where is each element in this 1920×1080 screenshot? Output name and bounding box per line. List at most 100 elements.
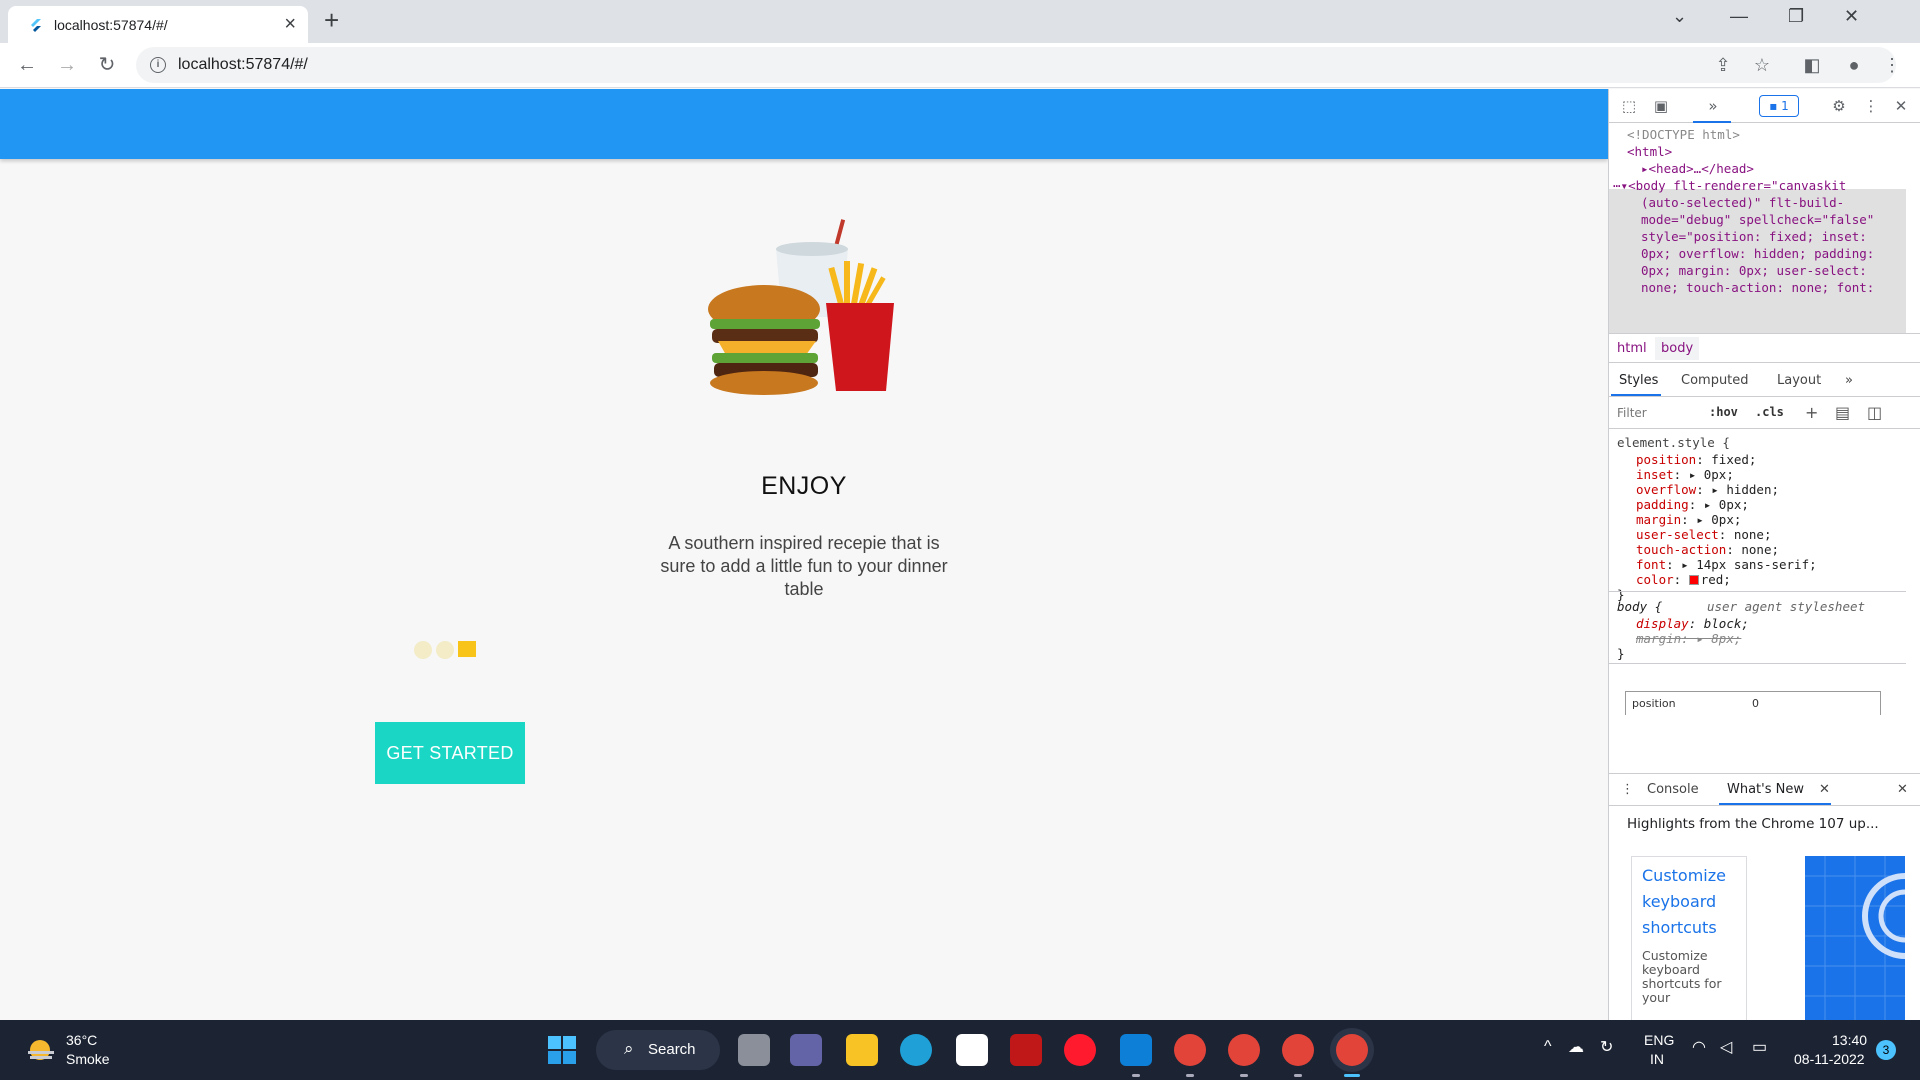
more-tabs-icon[interactable]: » <box>1703 96 1723 116</box>
inspect-element-icon[interactable]: ⬚ <box>1619 96 1639 116</box>
style-prop[interactable]: user-select: none; <box>1636 527 1772 542</box>
dom-head-text: <head>…</head> <box>1648 161 1754 176</box>
more-tabs-icon[interactable]: » <box>1845 373 1853 388</box>
weather-haze-icon[interactable] <box>26 1037 56 1063</box>
hover-state-toggle[interactable]: :hov <box>1709 405 1738 419</box>
settings-gear-icon[interactable]: ⚙ <box>1829 96 1849 116</box>
restore-icon[interactable]: ❐ <box>1788 6 1804 27</box>
close-tab-icon[interactable]: ✕ <box>1819 782 1830 797</box>
forward-icon[interactable]: → <box>55 53 79 77</box>
style-prop[interactable]: overflow: ▸ hidden; <box>1636 482 1779 497</box>
style-prop[interactable]: touch-action: none; <box>1636 542 1779 557</box>
dom-body-line: 0px; margin: 0px; user-select: <box>1641 263 1867 278</box>
selected-node-highlight <box>1609 189 1906 333</box>
vscode-icon[interactable] <box>1120 1034 1152 1066</box>
style-prop[interactable]: position: fixed; <box>1636 452 1756 467</box>
tab-styles[interactable]: Styles <box>1619 373 1658 388</box>
task-view-icon[interactable] <box>738 1034 770 1066</box>
dom-body-line: mode="debug" spellcheck="false" <box>1641 212 1875 227</box>
reload-icon[interactable]: ↻ <box>95 53 119 77</box>
chrome-icon[interactable] <box>1228 1034 1260 1066</box>
close-drawer-icon[interactable]: ✕ <box>1897 782 1908 797</box>
paint-icon[interactable]: ▤ <box>1835 403 1850 422</box>
opera-icon[interactable] <box>1064 1034 1096 1066</box>
expand-arrow-icon[interactable]: ▸ <box>1641 161 1649 176</box>
weather-temperature: 36°C <box>66 1032 98 1048</box>
site-info-icon[interactable]: i <box>150 57 166 73</box>
style-prop[interactable]: color: red; <box>1636 572 1731 587</box>
windows-start-icon[interactable] <box>548 1036 576 1064</box>
page-indicator-dot[interactable] <box>436 641 454 659</box>
tab-computed[interactable]: Computed <box>1681 373 1749 388</box>
device-toolbar-icon[interactable]: ▣ <box>1651 96 1671 116</box>
side-panel-icon[interactable]: ◧ <box>1800 53 1824 77</box>
chrome-icon[interactable] <box>1336 1034 1368 1066</box>
mcafee-icon[interactable] <box>1010 1034 1042 1066</box>
browser-tab[interactable]: localhost:57874/#/ × <box>8 6 308 43</box>
dom-doctype[interactable]: <!DOCTYPE html> <box>1627 127 1740 142</box>
active-tab-underline <box>1611 394 1661 396</box>
tab-layout[interactable]: Layout <box>1777 373 1821 388</box>
expand-arrow-icon[interactable]: ⋯▾ <box>1613 178 1628 193</box>
browser-menu-icon[interactable]: ⋮ <box>1880 53 1904 77</box>
volume-icon[interactable]: ◁ <box>1720 1037 1732 1057</box>
new-rule-icon[interactable]: + <box>1805 403 1818 422</box>
clock-date[interactable]: 08-11-2022 <box>1794 1051 1865 1067</box>
back-icon[interactable]: ← <box>15 53 39 77</box>
share-icon[interactable]: ⇪ <box>1711 53 1735 77</box>
dom-body-line: style="position: fixed; inset: <box>1641 229 1867 244</box>
drawer-menu-icon[interactable]: ⋮ <box>1621 782 1634 797</box>
dom-body-node[interactable]: ⋯▾<body flt-renderer="canvaskit <box>1613 178 1846 193</box>
tab-search-chevron-icon[interactable]: ⌄ <box>1672 6 1687 27</box>
box-model-value[interactable]: 0 <box>1752 697 1759 710</box>
file-explorer-icon[interactable] <box>846 1034 878 1066</box>
taskbar-search[interactable]: ⌕ Search <box>596 1030 720 1070</box>
filter-input[interactable]: Filter <box>1617 406 1647 420</box>
style-prop[interactable]: font: ▸ 14px sans-serif; <box>1636 557 1817 572</box>
chrome-icon[interactable] <box>1282 1034 1314 1066</box>
bookmark-star-icon[interactable]: ☆ <box>1750 53 1774 77</box>
dom-head-node[interactable]: ▸<head>…</head> <box>1641 161 1754 176</box>
sidebar-toggle-icon[interactable]: ◫ <box>1867 403 1882 422</box>
style-prop[interactable]: margin: ▸ 0px; <box>1636 512 1741 527</box>
rule-divider <box>1609 663 1906 664</box>
dom-html-node[interactable]: <html> <box>1627 144 1672 159</box>
page-indicator-dot[interactable] <box>414 641 432 659</box>
style-prop[interactable]: inset: ▸ 0px; <box>1636 467 1734 482</box>
browser-toolbar: ← → ↻ i localhost:57874/#/ ⇪ ☆ ◧ ● ⋮ <box>0 43 1920 88</box>
devtools-menu-icon[interactable]: ⋮ <box>1861 96 1881 116</box>
style-prop[interactable]: padding: ▸ 0px; <box>1636 497 1749 512</box>
style-rules: element.style { position: fixed; inset: … <box>1609 429 1906 719</box>
tab-whats-new[interactable]: What's New <box>1727 782 1804 797</box>
color-swatch[interactable] <box>1688 575 1699 585</box>
tab-console[interactable]: Console <box>1647 782 1699 797</box>
battery-icon[interactable]: ▭ <box>1752 1037 1767 1057</box>
close-tab-icon[interactable]: × <box>284 14 296 34</box>
address-bar[interactable]: i localhost:57874/#/ <box>136 47 1896 83</box>
region-indicator[interactable]: IN <box>1650 1051 1664 1067</box>
sync-icon[interactable]: ↻ <box>1600 1037 1613 1057</box>
wifi-icon[interactable]: ◠ <box>1692 1037 1706 1057</box>
clock-time[interactable]: 13:40 <box>1832 1032 1867 1048</box>
issues-badge[interactable]: ▪ 1 <box>1759 95 1799 117</box>
profile-avatar-icon[interactable]: ● <box>1842 53 1866 77</box>
whats-new-card[interactable]: Customize keyboard shortcuts Customize k… <box>1631 856 1747 1026</box>
breadcrumb-body[interactable]: body <box>1655 337 1700 360</box>
minimize-icon[interactable]: — <box>1730 6 1748 27</box>
notification-badge[interactable]: 3 <box>1876 1040 1896 1060</box>
language-indicator[interactable]: ENG <box>1644 1032 1674 1048</box>
get-started-button[interactable]: GET STARTED <box>375 722 525 784</box>
breadcrumb-html[interactable]: html <box>1617 341 1647 356</box>
show-hidden-icons-icon[interactable]: ^ <box>1544 1038 1552 1056</box>
page-indicator-active[interactable] <box>458 641 476 657</box>
close-devtools-icon[interactable]: ✕ <box>1891 96 1911 116</box>
close-window-icon[interactable]: ✕ <box>1844 6 1859 27</box>
card-link[interactable]: Customize keyboard shortcuts <box>1642 863 1742 941</box>
class-toggle[interactable]: .cls <box>1755 405 1784 419</box>
microsoft-store-icon[interactable] <box>956 1034 988 1066</box>
new-tab-icon[interactable]: + <box>324 7 339 33</box>
chrome-icon[interactable] <box>1174 1034 1206 1066</box>
edge-icon[interactable] <box>900 1034 932 1066</box>
onedrive-icon[interactable]: ☁ <box>1568 1037 1584 1057</box>
teams-chat-icon[interactable] <box>790 1034 822 1066</box>
